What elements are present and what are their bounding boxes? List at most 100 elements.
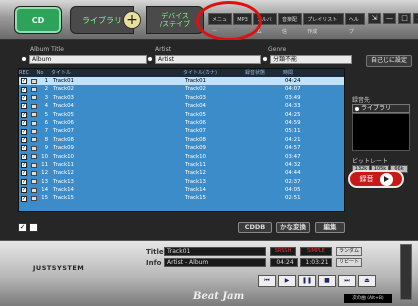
rec-checkbox[interactable]: ✓: [21, 128, 27, 135]
table-row[interactable]: ✓ 14 Track14 Track14 04:05: [19, 186, 344, 194]
col-kana[interactable]: タイトル(カナ): [183, 69, 245, 77]
col-status[interactable]: 録音状態: [245, 69, 283, 77]
table-row[interactable]: ✓ 12 Track12 Track12 04:44: [19, 169, 344, 177]
album-field[interactable]: Album: [29, 55, 147, 64]
artist-field[interactable]: Artist: [155, 55, 261, 64]
repeat-button[interactable]: リピート: [336, 258, 362, 267]
rec-checkbox[interactable]: ✓: [21, 120, 27, 127]
compact-icon[interactable]: ⇲: [368, 13, 381, 24]
track-icon: [29, 127, 39, 135]
track-number: 11: [41, 161, 48, 168]
table-row[interactable]: ✓ 5 Track05 Track05 04:25: [19, 111, 344, 119]
track-number: 7: [44, 128, 48, 135]
album-radio[interactable]: [21, 56, 27, 62]
col-no[interactable]: No: [29, 69, 51, 77]
col-title[interactable]: タイトル: [51, 69, 183, 77]
play-button-icon[interactable]: ▶: [278, 275, 296, 287]
menu-item-playlist[interactable]: プレイリスト作成: [303, 13, 344, 35]
track-number: 12: [41, 170, 48, 177]
menu-item-help[interactable]: ヘルプ: [344, 13, 365, 35]
table-row[interactable]: ✓ 8 Track08 Track08 04:21: [19, 136, 344, 144]
table-row[interactable]: ✓ 4 Track04 Track04 04:33: [19, 102, 344, 110]
table-row[interactable]: ✓ 7 Track07 Track07 05:11: [19, 127, 344, 135]
table-row[interactable]: ✓ 2 Track02 Track02 04:07: [19, 85, 344, 93]
rec-checkbox[interactable]: ✓: [21, 178, 27, 185]
rec-checkbox[interactable]: ✓: [21, 162, 27, 169]
track-status: [245, 94, 283, 102]
kana-convert-button[interactable]: かな変換: [276, 222, 310, 233]
artist-radio[interactable]: [147, 56, 153, 62]
track-number: 3: [44, 94, 48, 101]
track-title: Track04: [53, 103, 74, 110]
rec-checkbox[interactable]: ✓: [21, 195, 27, 202]
menu-item-music-dist[interactable]: 音楽配信: [278, 13, 303, 35]
track-kana: Track09: [185, 145, 206, 152]
col-rec[interactable]: REC: [19, 69, 29, 77]
minimize-icon[interactable]: —: [383, 13, 396, 24]
rec-checkbox[interactable]: ✓: [21, 111, 27, 118]
select-all-checkbox[interactable]: ✓: [18, 223, 27, 232]
rec-cell: ✓: [19, 194, 29, 202]
table-row[interactable]: ✓ 1 Track01 Track01 04:24: [19, 77, 344, 86]
rec-checkbox[interactable]: ✓: [21, 187, 27, 194]
track-time: 04:05: [285, 187, 301, 194]
srs-mode-button[interactable]: SRSSH: [270, 247, 296, 256]
track-title: Track02: [53, 86, 74, 93]
record-to-select[interactable]: ライブラリ: [352, 104, 410, 113]
elapsed-time: 04:24: [270, 258, 298, 267]
rec-checkbox[interactable]: ✓: [21, 153, 27, 160]
table-row[interactable]: ✓ 3 Track03 Track03 03:49: [19, 94, 344, 102]
rec-checkbox[interactable]: ✓: [21, 136, 27, 143]
track-status: [245, 169, 283, 177]
cddb-button[interactable]: CDDB: [238, 222, 272, 233]
track-kana: Track11: [185, 161, 206, 168]
maximize-icon[interactable]: □: [398, 13, 411, 24]
rec-checkbox[interactable]: ✓: [21, 145, 27, 152]
next-icon[interactable]: ⏭: [338, 275, 356, 287]
track-title: Track11: [53, 161, 74, 168]
rec-checkbox[interactable]: ✓: [21, 103, 27, 110]
record-button[interactable]: 録音: [348, 170, 404, 188]
rec-checkbox[interactable]: ✓: [21, 86, 27, 93]
track-time: 04:24: [285, 78, 301, 84]
track-time: 02:51: [285, 195, 301, 202]
edit-button[interactable]: 編集: [315, 222, 345, 233]
deselect-all-checkbox[interactable]: [29, 223, 38, 232]
volume-slider[interactable]: [400, 244, 412, 300]
track-title: Track09: [53, 145, 74, 152]
table-row[interactable]: ✓ 11 Track11 Track11 04:32: [19, 161, 344, 169]
plus-icon[interactable]: +: [123, 11, 141, 29]
properties-button[interactable]: 自己じに設定: [366, 55, 412, 67]
track-title: Track07: [53, 128, 74, 135]
track-icon: [29, 111, 39, 119]
track-status: [245, 153, 283, 161]
genre-select[interactable]: 分類不能: [270, 55, 352, 64]
eject-icon[interactable]: ⏏: [358, 275, 376, 287]
table-row[interactable]: ✓ 13 Track13 Track13 02:37: [19, 178, 344, 186]
table-row[interactable]: ✓ 15 Track15 Track15 02:51: [19, 194, 344, 202]
track-status: [245, 102, 283, 110]
random-button[interactable]: ランダム: [336, 247, 362, 256]
rec-cell: ✓: [19, 169, 29, 177]
track-kana: Track15: [185, 195, 206, 202]
genre-radio[interactable]: [262, 56, 268, 62]
col-time[interactable]: 時間: [283, 69, 318, 77]
rec-checkbox[interactable]: ✓: [21, 94, 27, 101]
stop-icon[interactable]: ■: [318, 275, 336, 287]
track-title: Track15: [53, 195, 74, 202]
rec-checkbox[interactable]: ✓: [21, 78, 27, 85]
track-kana: Track13: [185, 178, 206, 185]
rec-checkbox[interactable]: ✓: [21, 170, 27, 177]
record-to-radio[interactable]: [354, 106, 360, 112]
tab-cd[interactable]: CD: [14, 6, 62, 34]
table-row[interactable]: ✓ 6 Track06 Track06 04:59: [19, 119, 344, 127]
rec-cell: ✓: [19, 102, 29, 110]
track-time: 02:37: [285, 178, 301, 185]
simple-mode-button[interactable]: SIMPLE: [300, 247, 332, 256]
table-row[interactable]: ✓ 10 Track10 Track10 03:47: [19, 153, 344, 161]
table-row[interactable]: ✓ 9 Track09 Track09 04:57: [19, 144, 344, 152]
prev-icon[interactable]: ⏮: [258, 275, 276, 287]
close-icon[interactable]: ✕: [413, 13, 418, 24]
pause-icon[interactable]: ❚❚: [298, 275, 316, 287]
track-title: Track03: [53, 94, 74, 101]
